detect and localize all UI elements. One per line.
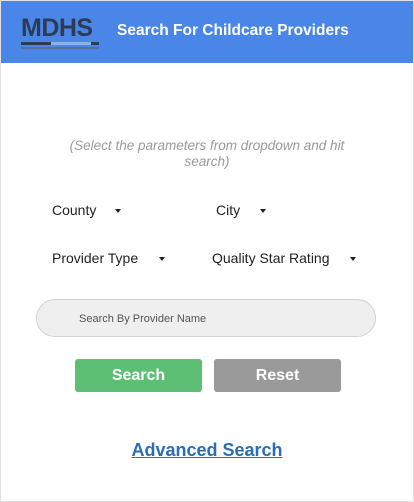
quality-star-rating-dropdown[interactable]: Quality Star Rating <box>212 250 356 266</box>
county-dropdown[interactable]: County <box>52 202 122 218</box>
quality-star-rating-dropdown-label: Quality Star Rating <box>212 250 330 266</box>
provider-name-search-input[interactable] <box>79 309 359 329</box>
logo-underline-accent <box>51 42 91 45</box>
mdhs-logo: MDHS <box>21 14 101 53</box>
instruction-text: (Select the parameters from dropdown and… <box>69 138 345 169</box>
reset-button[interactable]: Reset <box>214 359 341 392</box>
provider-type-dropdown-label: Provider Type <box>52 250 139 266</box>
caret-down-icon <box>260 208 267 213</box>
city-dropdown[interactable]: City <box>216 202 267 218</box>
city-dropdown-label: City <box>216 202 241 218</box>
advanced-search-link[interactable]: Advanced Search <box>131 440 282 460</box>
provider-search-box <box>36 299 376 337</box>
county-dropdown-label: County <box>52 202 97 218</box>
advanced-search-container: Advanced Search <box>1 440 413 461</box>
header-bar: MDHS Search For Childcare Providers <box>1 1 413 63</box>
logo-text: MDHS <box>21 14 93 42</box>
caret-down-icon <box>349 256 356 261</box>
logo-tagline <box>21 47 99 49</box>
provider-type-dropdown[interactable]: Provider Type <box>52 250 166 266</box>
search-button[interactable]: Search <box>75 359 202 392</box>
caret-down-icon <box>159 256 166 261</box>
page-title: Search For Childcare Providers <box>117 22 349 39</box>
caret-down-icon <box>115 208 122 213</box>
app-frame: MDHS Search For Childcare Providers (Sel… <box>0 0 414 502</box>
